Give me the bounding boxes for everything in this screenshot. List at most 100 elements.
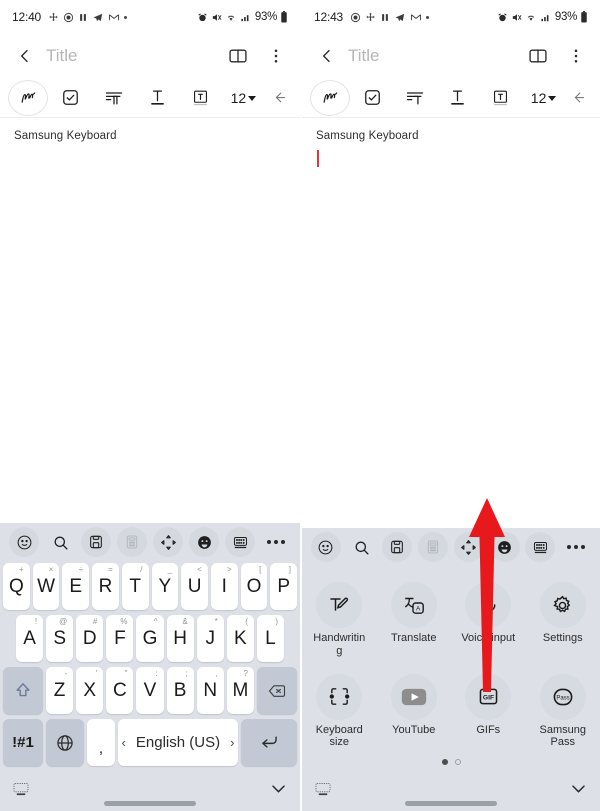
keyboard-move-icon[interactable] xyxy=(150,527,186,557)
key-D[interactable]: # D xyxy=(76,615,104,662)
next-language-icon[interactable]: › xyxy=(230,735,234,750)
chevron-down-icon[interactable] xyxy=(269,779,288,803)
more-horizontal-icon[interactable] xyxy=(258,527,294,557)
spacebar[interactable]: ‹ English (US) › xyxy=(118,719,238,766)
key-W[interactable]: × W xyxy=(32,563,60,610)
status-time: 12:43 xyxy=(314,10,344,24)
emoji-icon[interactable] xyxy=(308,532,344,563)
gesture-home-bar[interactable] xyxy=(104,801,196,806)
note-body[interactable]: Samsung Keyboard xyxy=(302,118,600,529)
emoji-icon[interactable] xyxy=(6,527,42,557)
panel-item-gifs[interactable]: GIF GIFs xyxy=(451,664,526,755)
book-icon[interactable] xyxy=(524,42,552,70)
paragraph-style-icon[interactable] xyxy=(93,80,134,116)
key-Z[interactable]: -Z xyxy=(46,667,74,714)
keyboard-row-4: !#1 , ‹ English (US) › xyxy=(3,719,297,766)
panel-item-keyboard-size[interactable]: Keyboard size xyxy=(302,664,377,755)
key-I[interactable]: > I xyxy=(210,563,238,610)
key-Q[interactable]: + Q xyxy=(2,563,30,610)
key-F[interactable]: % F xyxy=(106,615,134,662)
key-L[interactable]: ) L xyxy=(256,615,284,662)
text-box-icon[interactable] xyxy=(480,80,521,116)
text-box-icon[interactable] xyxy=(180,80,221,116)
prev-language-icon[interactable]: ‹ xyxy=(122,735,126,750)
key-B[interactable]: ; B xyxy=(166,667,194,714)
collapse-left-icon[interactable] xyxy=(266,80,292,116)
text-underline-icon[interactable] xyxy=(136,80,177,116)
search-icon[interactable] xyxy=(344,532,380,562)
back-button[interactable] xyxy=(312,41,342,71)
search-icon[interactable] xyxy=(42,527,78,557)
chevron-down-icon[interactable] xyxy=(569,779,588,803)
key-comma[interactable]: , xyxy=(87,719,115,766)
side-by-side-screenshots: 12:40 93% Title 12 Samsung Keyboard + Q … xyxy=(0,0,600,811)
format-toolbar: 12 xyxy=(302,78,600,118)
split-keyboard-icon[interactable] xyxy=(222,527,258,557)
panel-pager[interactable] xyxy=(302,755,600,771)
enter-return-icon[interactable] xyxy=(241,719,297,766)
alarm-icon xyxy=(197,12,208,23)
key-H[interactable]: & H xyxy=(166,615,194,662)
calculator-icon[interactable] xyxy=(114,527,150,557)
backspace-icon[interactable] xyxy=(256,667,297,714)
globe-language-icon[interactable] xyxy=(46,719,84,766)
panel-item-handwriting[interactable]: Handwriting xyxy=(302,572,377,663)
collapse-left-icon[interactable] xyxy=(566,80,592,116)
hide-keyboard-icon[interactable] xyxy=(12,782,30,801)
panel-item-samsung-pass[interactable]: Pass Samsung Pass xyxy=(526,664,600,755)
text-underline-icon[interactable] xyxy=(438,80,479,116)
key-T[interactable]: / T xyxy=(121,563,149,610)
panel-item-voice-input[interactable]: Voice input xyxy=(451,572,526,663)
key-J[interactable]: * J xyxy=(196,615,224,662)
key-G[interactable]: ^ G xyxy=(136,615,164,662)
clipboard-icon[interactable] xyxy=(380,532,416,563)
handwriting-pen-icon[interactable] xyxy=(310,79,350,116)
key-K[interactable]: (K xyxy=(226,615,254,662)
panel-item-settings[interactable]: Settings xyxy=(526,572,600,663)
note-title-input[interactable]: Title xyxy=(348,46,380,66)
pager-dot-1[interactable] xyxy=(441,759,448,765)
key-S[interactable]: @ S xyxy=(46,615,74,662)
symbols-key[interactable]: !#1 xyxy=(3,719,43,766)
key-P[interactable]: ] P xyxy=(270,563,298,610)
key-Y[interactable]: _ Y xyxy=(151,563,179,610)
key-C[interactable]: " C xyxy=(106,667,134,714)
book-icon[interactable] xyxy=(224,42,252,70)
more-vertical-icon[interactable] xyxy=(562,42,590,70)
panel-item-label: YouTube xyxy=(392,723,436,736)
key-E[interactable]: ÷ E xyxy=(62,563,90,610)
paragraph-style-icon[interactable] xyxy=(395,80,436,116)
key-A[interactable]: ! A xyxy=(16,615,44,662)
checkbox-icon[interactable] xyxy=(50,80,91,116)
key-O[interactable]: [O xyxy=(240,563,268,610)
hide-keyboard-icon[interactable] xyxy=(314,782,332,801)
panel-item-translate[interactable]: A Translate xyxy=(377,572,452,663)
calculator-icon[interactable] xyxy=(415,532,451,563)
handwriting-pen-icon[interactable] xyxy=(8,79,48,116)
key-M[interactable]: ? M xyxy=(226,667,254,714)
checkbox-icon[interactable] xyxy=(352,80,393,116)
key-R[interactable]: = R xyxy=(92,563,119,610)
note-body[interactable]: Samsung Keyboard xyxy=(0,118,300,523)
panel-item-youtube[interactable]: YouTube xyxy=(377,664,452,755)
mute-icon xyxy=(211,12,222,23)
key-X[interactable]: ' X xyxy=(76,667,104,714)
font-size-selector[interactable]: 12 xyxy=(223,80,264,116)
note-title-input[interactable]: Title xyxy=(46,46,78,66)
split-keyboard-icon[interactable] xyxy=(523,532,559,563)
shift-icon[interactable] xyxy=(3,667,43,714)
alarm-icon xyxy=(497,12,508,23)
sticker-icon[interactable] xyxy=(487,532,523,563)
font-size-selector[interactable]: 12 xyxy=(523,80,564,116)
more-vertical-icon[interactable] xyxy=(262,42,290,70)
more-horizontal-icon[interactable] xyxy=(558,532,594,562)
key-V[interactable]: :V xyxy=(136,667,164,714)
pager-dot-2[interactable] xyxy=(454,759,461,765)
clipboard-icon[interactable] xyxy=(78,527,114,557)
gesture-home-bar[interactable] xyxy=(405,801,497,806)
key-N[interactable]: ,N xyxy=(196,667,224,714)
sticker-icon[interactable] xyxy=(186,527,222,557)
keyboard-move-icon[interactable] xyxy=(451,532,487,563)
key-U[interactable]: < U xyxy=(181,563,208,610)
back-button[interactable] xyxy=(10,41,40,71)
